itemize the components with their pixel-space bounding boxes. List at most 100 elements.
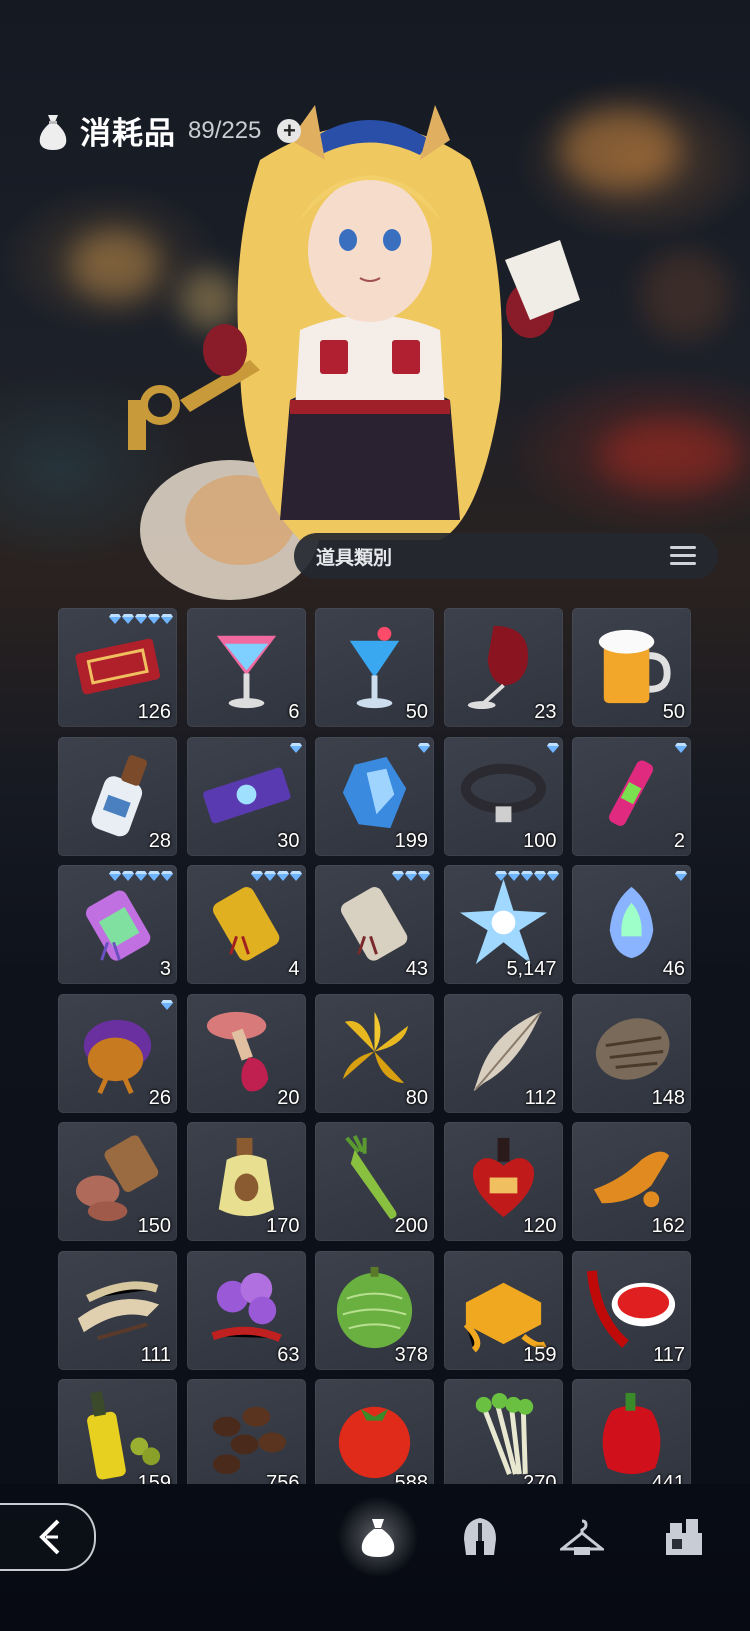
item-quantity: 4 bbox=[288, 958, 300, 980]
inventory-header: 消耗品 89/225 + bbox=[36, 108, 302, 153]
diamond-icon bbox=[122, 871, 134, 881]
inventory-item-slot[interactable]: 63 bbox=[186, 1250, 306, 1370]
item-quantity: 46 bbox=[662, 958, 685, 980]
inventory-item-slot[interactable]: 756 bbox=[186, 1379, 306, 1484]
rarity-gems bbox=[109, 613, 173, 624]
diamond-icon bbox=[161, 999, 173, 1010]
item-quantity: 270 bbox=[523, 1472, 557, 1484]
item-quantity: 162 bbox=[651, 1215, 685, 1237]
category-title: 消耗品 bbox=[80, 116, 176, 151]
inventory-item-slot[interactable]: 199 bbox=[315, 736, 434, 856]
inventory-item-slot[interactable]: 43 bbox=[315, 865, 434, 984]
inventory-item-slot[interactable]: 200 bbox=[315, 1122, 434, 1241]
diamond-icon bbox=[109, 871, 121, 881]
inventory-item-slot[interactable]: 23 bbox=[443, 608, 563, 727]
diamond-icon bbox=[276, 871, 289, 881]
diamond-icon bbox=[675, 871, 687, 881]
inventory-item-slot[interactable]: 148 bbox=[572, 993, 691, 1113]
diamond-icon bbox=[135, 614, 147, 624]
nav-tab-materials[interactable] bbox=[662, 1515, 706, 1559]
nav-tab-consumables[interactable] bbox=[334, 1493, 422, 1581]
inventory-item-slot[interactable]: 6 bbox=[186, 608, 306, 727]
rarity-gems bbox=[392, 870, 430, 881]
inventory-item-slot[interactable]: 162 bbox=[572, 1122, 691, 1241]
nav-tab-equipment[interactable] bbox=[458, 1515, 502, 1559]
diamond-icon bbox=[392, 871, 404, 881]
inventory-item-slot[interactable]: 159 bbox=[58, 1379, 177, 1484]
hanger-icon bbox=[557, 1519, 607, 1555]
diamond-icon bbox=[161, 614, 173, 624]
inventory-item-slot[interactable]: 378 bbox=[315, 1250, 434, 1370]
inventory-item-slot[interactable]: 112 bbox=[443, 993, 563, 1113]
item-quantity: 111 bbox=[140, 1343, 171, 1366]
item-quantity: 50 bbox=[405, 701, 428, 723]
item-quantity: 23 bbox=[534, 701, 557, 723]
inventory-item-slot[interactable]: 5,147 bbox=[443, 865, 563, 984]
inventory-item-slot[interactable]: 50 bbox=[315, 608, 434, 727]
item-quantity: 50 bbox=[662, 701, 685, 723]
diamond-icon bbox=[418, 742, 430, 753]
item-quantity: 120 bbox=[523, 1215, 557, 1237]
back-button[interactable] bbox=[0, 1503, 96, 1571]
rarity-gems bbox=[250, 870, 302, 881]
item-quantity: 148 bbox=[651, 1086, 685, 1109]
nav-tab-costume[interactable] bbox=[557, 1515, 607, 1559]
rarity-gems bbox=[161, 999, 173, 1010]
gold-scroll-icon bbox=[212, 887, 279, 961]
item-quantity: 3 bbox=[159, 958, 171, 980]
item-quantity: 2 bbox=[673, 829, 685, 852]
item-quantity: 159 bbox=[137, 1472, 171, 1484]
item-category-dropdown[interactable]: 道具類別 bbox=[294, 533, 718, 579]
diamond-icon bbox=[546, 871, 559, 881]
inventory-item-slot[interactable]: 120 bbox=[443, 1122, 563, 1241]
item-quantity: 63 bbox=[277, 1343, 300, 1366]
inventory-item-slot[interactable]: 50 bbox=[572, 608, 691, 727]
diamond-icon bbox=[148, 871, 160, 881]
inventory-item-slot[interactable]: 30 bbox=[186, 736, 306, 856]
diamond-icon bbox=[250, 871, 263, 881]
inventory-count: 89/225 bbox=[188, 116, 262, 144]
inventory-item-slot[interactable]: 111 bbox=[58, 1250, 177, 1370]
inventory-item-slot[interactable]: 26 bbox=[58, 993, 177, 1113]
rainbow-scroll-icon bbox=[85, 890, 151, 961]
inventory-item-slot[interactable]: 20 bbox=[186, 993, 306, 1113]
item-quantity: 756 bbox=[266, 1472, 300, 1484]
rarity-gems bbox=[675, 870, 687, 881]
inventory-item-slot[interactable]: 159 bbox=[443, 1250, 563, 1370]
inventory-item-slot[interactable]: 150 bbox=[58, 1122, 177, 1241]
red-pepper-icon bbox=[602, 1392, 661, 1475]
inventory-item-slot[interactable]: 3 bbox=[58, 865, 177, 984]
item-quantity: 150 bbox=[137, 1215, 171, 1237]
item-quantity: 26 bbox=[148, 1086, 171, 1109]
bokeh-light bbox=[640, 250, 730, 340]
money-bag-icon bbox=[39, 114, 67, 150]
inventory-item-slot[interactable]: 100 bbox=[443, 736, 563, 856]
diamond-icon bbox=[263, 871, 276, 881]
item-quantity: 159 bbox=[523, 1343, 557, 1366]
diamond-icon bbox=[289, 871, 302, 881]
item-quantity: 441 bbox=[651, 1472, 685, 1484]
item-quantity: 43 bbox=[405, 958, 428, 980]
rarity-gems bbox=[289, 742, 302, 753]
inventory-item-slot[interactable]: 441 bbox=[572, 1379, 691, 1484]
inventory-item-slot[interactable]: 2 bbox=[572, 736, 691, 856]
money-bag-icon bbox=[361, 1519, 395, 1557]
rarity-gems bbox=[109, 870, 173, 881]
inventory-item-slot[interactable]: 28 bbox=[58, 736, 177, 856]
inventory-item-slot[interactable]: 80 bbox=[315, 993, 434, 1113]
inventory-item-slot[interactable]: 46 bbox=[572, 865, 691, 984]
item-quantity: 5,147 bbox=[506, 958, 557, 980]
item-quantity: 6 bbox=[288, 701, 300, 723]
inventory-item-slot[interactable]: 4 bbox=[186, 865, 306, 984]
item-quantity: 199 bbox=[394, 829, 428, 852]
inventory-item-slot[interactable]: 270 bbox=[443, 1379, 563, 1484]
inventory-item-slot[interactable]: 170 bbox=[186, 1122, 306, 1241]
item-category-label: 道具類別 bbox=[316, 547, 393, 569]
tomato-icon bbox=[338, 1406, 411, 1479]
helmet-icon bbox=[464, 1518, 496, 1555]
inventory-item-slot[interactable]: 588 bbox=[315, 1379, 434, 1484]
inventory-item-slot[interactable]: 117 bbox=[572, 1250, 691, 1370]
plus-circle-icon[interactable]: + bbox=[277, 118, 302, 143]
list-filter-icon[interactable] bbox=[670, 545, 696, 567]
inventory-item-slot[interactable]: 126 bbox=[58, 608, 177, 727]
